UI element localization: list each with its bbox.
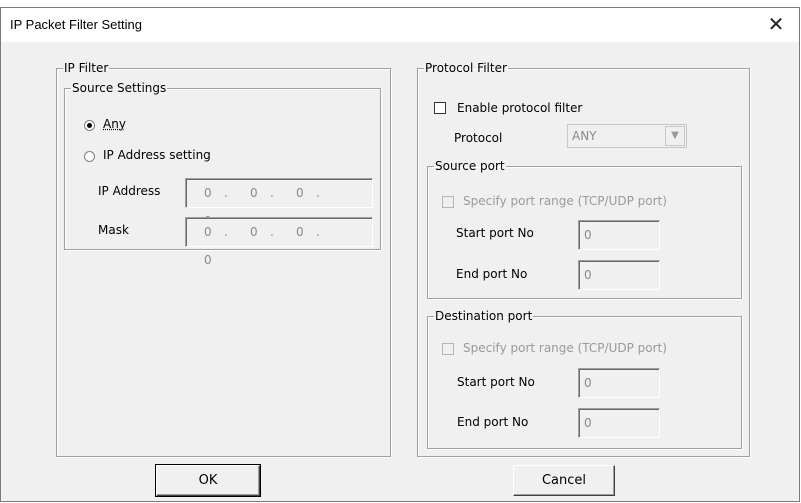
- protocol-value: ANY: [572, 129, 597, 143]
- source-end-port-field[interactable]: 0: [578, 260, 660, 290]
- destination-start-port-label: Start port No: [457, 375, 535, 389]
- protocol-select[interactable]: ANY ▼: [567, 124, 687, 148]
- dialog-client-area: IP Filter Source Settings Any IP Address…: [1, 42, 799, 501]
- ip-address-field[interactable]: 0.0.0.0: [185, 178, 373, 228]
- ip-filter-legend: IP Filter: [64, 61, 109, 75]
- ok-button[interactable]: OK: [155, 464, 261, 497]
- destination-start-port-field[interactable]: 0: [578, 368, 660, 398]
- protocol-filter-legend: Protocol Filter: [425, 61, 507, 75]
- close-icon[interactable]: ✕: [753, 8, 799, 42]
- source-start-port-label: Start port No: [456, 226, 534, 240]
- destination-port-legend: Destination port: [435, 309, 533, 323]
- mask-field[interactable]: 0. 0. 0.0: [185, 217, 373, 267]
- mask-octet: 0: [204, 253, 212, 267]
- source-port-legend: Source port: [435, 159, 505, 173]
- source-settings-legend: Source Settings: [72, 81, 167, 95]
- destination-port-range-checkbox[interactable]: [442, 343, 454, 355]
- destination-end-port-label: End port No: [457, 415, 529, 429]
- title-bar: IP Packet Filter Setting ✕: [1, 8, 799, 42]
- dialog-title: IP Packet Filter Setting: [10, 17, 142, 32]
- chevron-down-icon[interactable]: ▼: [665, 126, 685, 146]
- source-end-port-label: End port No: [456, 267, 528, 281]
- radio-ip-address[interactable]: [84, 151, 95, 162]
- mask-label: Mask: [98, 223, 129, 237]
- radio-ip-address-label[interactable]: IP Address setting: [103, 148, 211, 162]
- source-port-range-checkbox[interactable]: [442, 196, 454, 208]
- radio-any-label[interactable]: Any: [103, 117, 126, 131]
- destination-port-range-label[interactable]: Specify port range (TCP/UDP port): [463, 341, 667, 355]
- protocol-label: Protocol: [454, 131, 503, 145]
- enable-protocol-checkbox[interactable]: [434, 102, 446, 114]
- radio-any[interactable]: [84, 120, 95, 131]
- enable-protocol-label[interactable]: Enable protocol filter: [457, 101, 582, 115]
- dialog-window: IP Packet Filter Setting ✕ IP Filter Sou…: [0, 7, 800, 502]
- destination-end-port-field[interactable]: 0: [578, 408, 660, 438]
- source-start-port-field[interactable]: 0: [578, 220, 660, 250]
- cancel-button[interactable]: Cancel: [513, 465, 615, 496]
- ip-address-label: IP Address: [98, 184, 161, 198]
- source-port-range-label[interactable]: Specify port range (TCP/UDP port): [463, 194, 667, 208]
